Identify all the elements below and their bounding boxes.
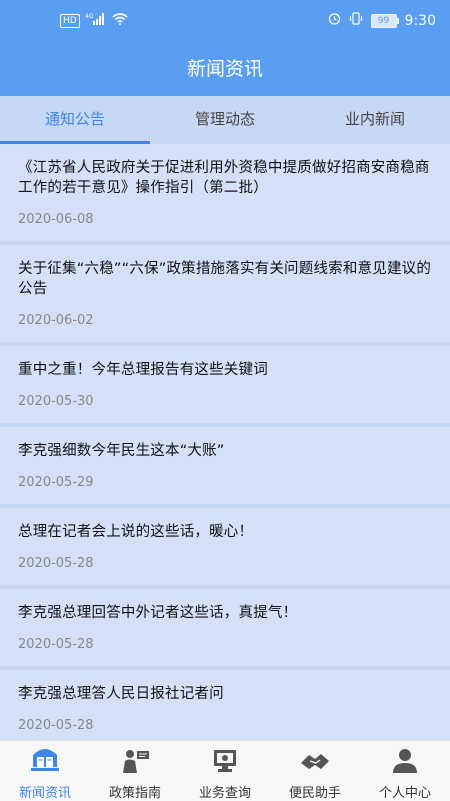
news-item[interactable]: 关于征集“六稳”“六保”政策措施落实有关问题线索和意见建议的公告 2020-06… bbox=[0, 245, 450, 342]
news-title: 李克强总理答人民日报社记者问 bbox=[18, 686, 224, 702]
news-date: 2020-06-02 bbox=[18, 313, 94, 328]
nav-helper-label: 便民助手 bbox=[288, 786, 341, 801]
tab-management-news[interactable]: 管理动态 bbox=[150, 96, 300, 144]
news-date: 2020-05-28 bbox=[18, 637, 94, 652]
news-list: 《江苏省人民政府关于促进利用外资稳中提质做好招商安商稳商工作的若干意见》操作指引… bbox=[0, 144, 450, 740]
news-title: 重中之重！今年总理报告有这些关键词 bbox=[18, 362, 268, 378]
status-left: HD 4G bbox=[60, 13, 128, 29]
clock-time: 9:30 bbox=[404, 12, 436, 29]
vibrate-icon bbox=[349, 12, 363, 29]
policy-icon bbox=[118, 747, 152, 782]
app-header: HD 4G 99 9:30 新闻资讯 bbox=[0, 0, 450, 96]
news-item[interactable]: 《江苏省人民政府关于促进利用外资稳中提质做好招商安商稳商工作的若干意见》操作指引… bbox=[0, 144, 450, 241]
nav-profile[interactable]: 个人中心 bbox=[360, 741, 450, 801]
nav-profile-label: 个人中心 bbox=[378, 786, 431, 801]
signal-label: 4G bbox=[85, 13, 94, 20]
battery-icon: 99 bbox=[370, 13, 399, 28]
bottom-nav: 新闻资讯 政策指南 业务查询 便民助手 个人中心 bbox=[0, 740, 450, 801]
news-title: 总理在记者会上说的这些话，暖心！ bbox=[18, 524, 254, 540]
news-title: 李克强总理回答中外记者这些话，真提气！ bbox=[18, 605, 298, 621]
news-date: 2020-05-28 bbox=[18, 556, 94, 571]
news-item[interactable]: 总理在记者会上说的这些话，暖心！ 2020-05-28 bbox=[0, 508, 450, 585]
hd-badge: HD bbox=[60, 14, 80, 28]
nav-policy-label: 政策指南 bbox=[108, 786, 161, 801]
news-item[interactable]: 李克强总理回答中外记者这些话，真提气！ 2020-05-28 bbox=[0, 589, 450, 666]
alarm-icon bbox=[328, 12, 341, 29]
nav-news[interactable]: 新闻资讯 bbox=[0, 741, 90, 801]
signal-icon: 4G bbox=[85, 13, 107, 29]
nav-policy[interactable]: 政策指南 bbox=[90, 741, 180, 801]
page-title: 新闻资讯 bbox=[186, 58, 263, 80]
news-item[interactable]: 重中之重！今年总理报告有这些关键词 2020-05-30 bbox=[0, 346, 450, 423]
nav-business-query[interactable]: 业务查询 bbox=[180, 741, 270, 801]
status-right: 99 9:30 bbox=[328, 12, 436, 29]
news-date: 2020-05-28 bbox=[18, 718, 94, 733]
tab-bar: 通知公告 管理动态 业内新闻 bbox=[0, 96, 450, 144]
nav-news-label: 新闻资讯 bbox=[18, 786, 71, 801]
news-date: 2020-05-29 bbox=[18, 475, 94, 490]
user-icon bbox=[388, 747, 422, 782]
nav-business-query-label: 业务查询 bbox=[198, 786, 251, 801]
tab-notices[interactable]: 通知公告 bbox=[0, 96, 150, 144]
wifi-icon bbox=[112, 13, 128, 29]
news-icon bbox=[28, 747, 62, 782]
news-item[interactable]: 李克强细数今年民生这本“大账” 2020-05-29 bbox=[0, 427, 450, 504]
business-query-icon bbox=[208, 747, 242, 782]
nav-helper[interactable]: 便民助手 bbox=[270, 741, 360, 801]
helper-icon bbox=[298, 747, 332, 782]
news-title: 《江苏省人民政府关于促进利用外资稳中提质做好招商安商稳商工作的若干意见》操作指引… bbox=[18, 160, 430, 196]
status-bar: HD 4G 99 9:30 bbox=[0, 0, 450, 44]
news-date: 2020-06-08 bbox=[18, 212, 94, 227]
news-item[interactable]: 李克强总理答人民日报社记者问 2020-05-28 bbox=[0, 670, 450, 740]
news-date: 2020-05-30 bbox=[18, 394, 94, 409]
news-title: 关于征集“六稳”“六保”政策措施落实有关问题线索和意见建议的公告 bbox=[18, 261, 432, 297]
news-title: 李克强细数今年民生这本“大账” bbox=[18, 443, 225, 459]
tab-industry-news[interactable]: 业内新闻 bbox=[300, 96, 450, 144]
